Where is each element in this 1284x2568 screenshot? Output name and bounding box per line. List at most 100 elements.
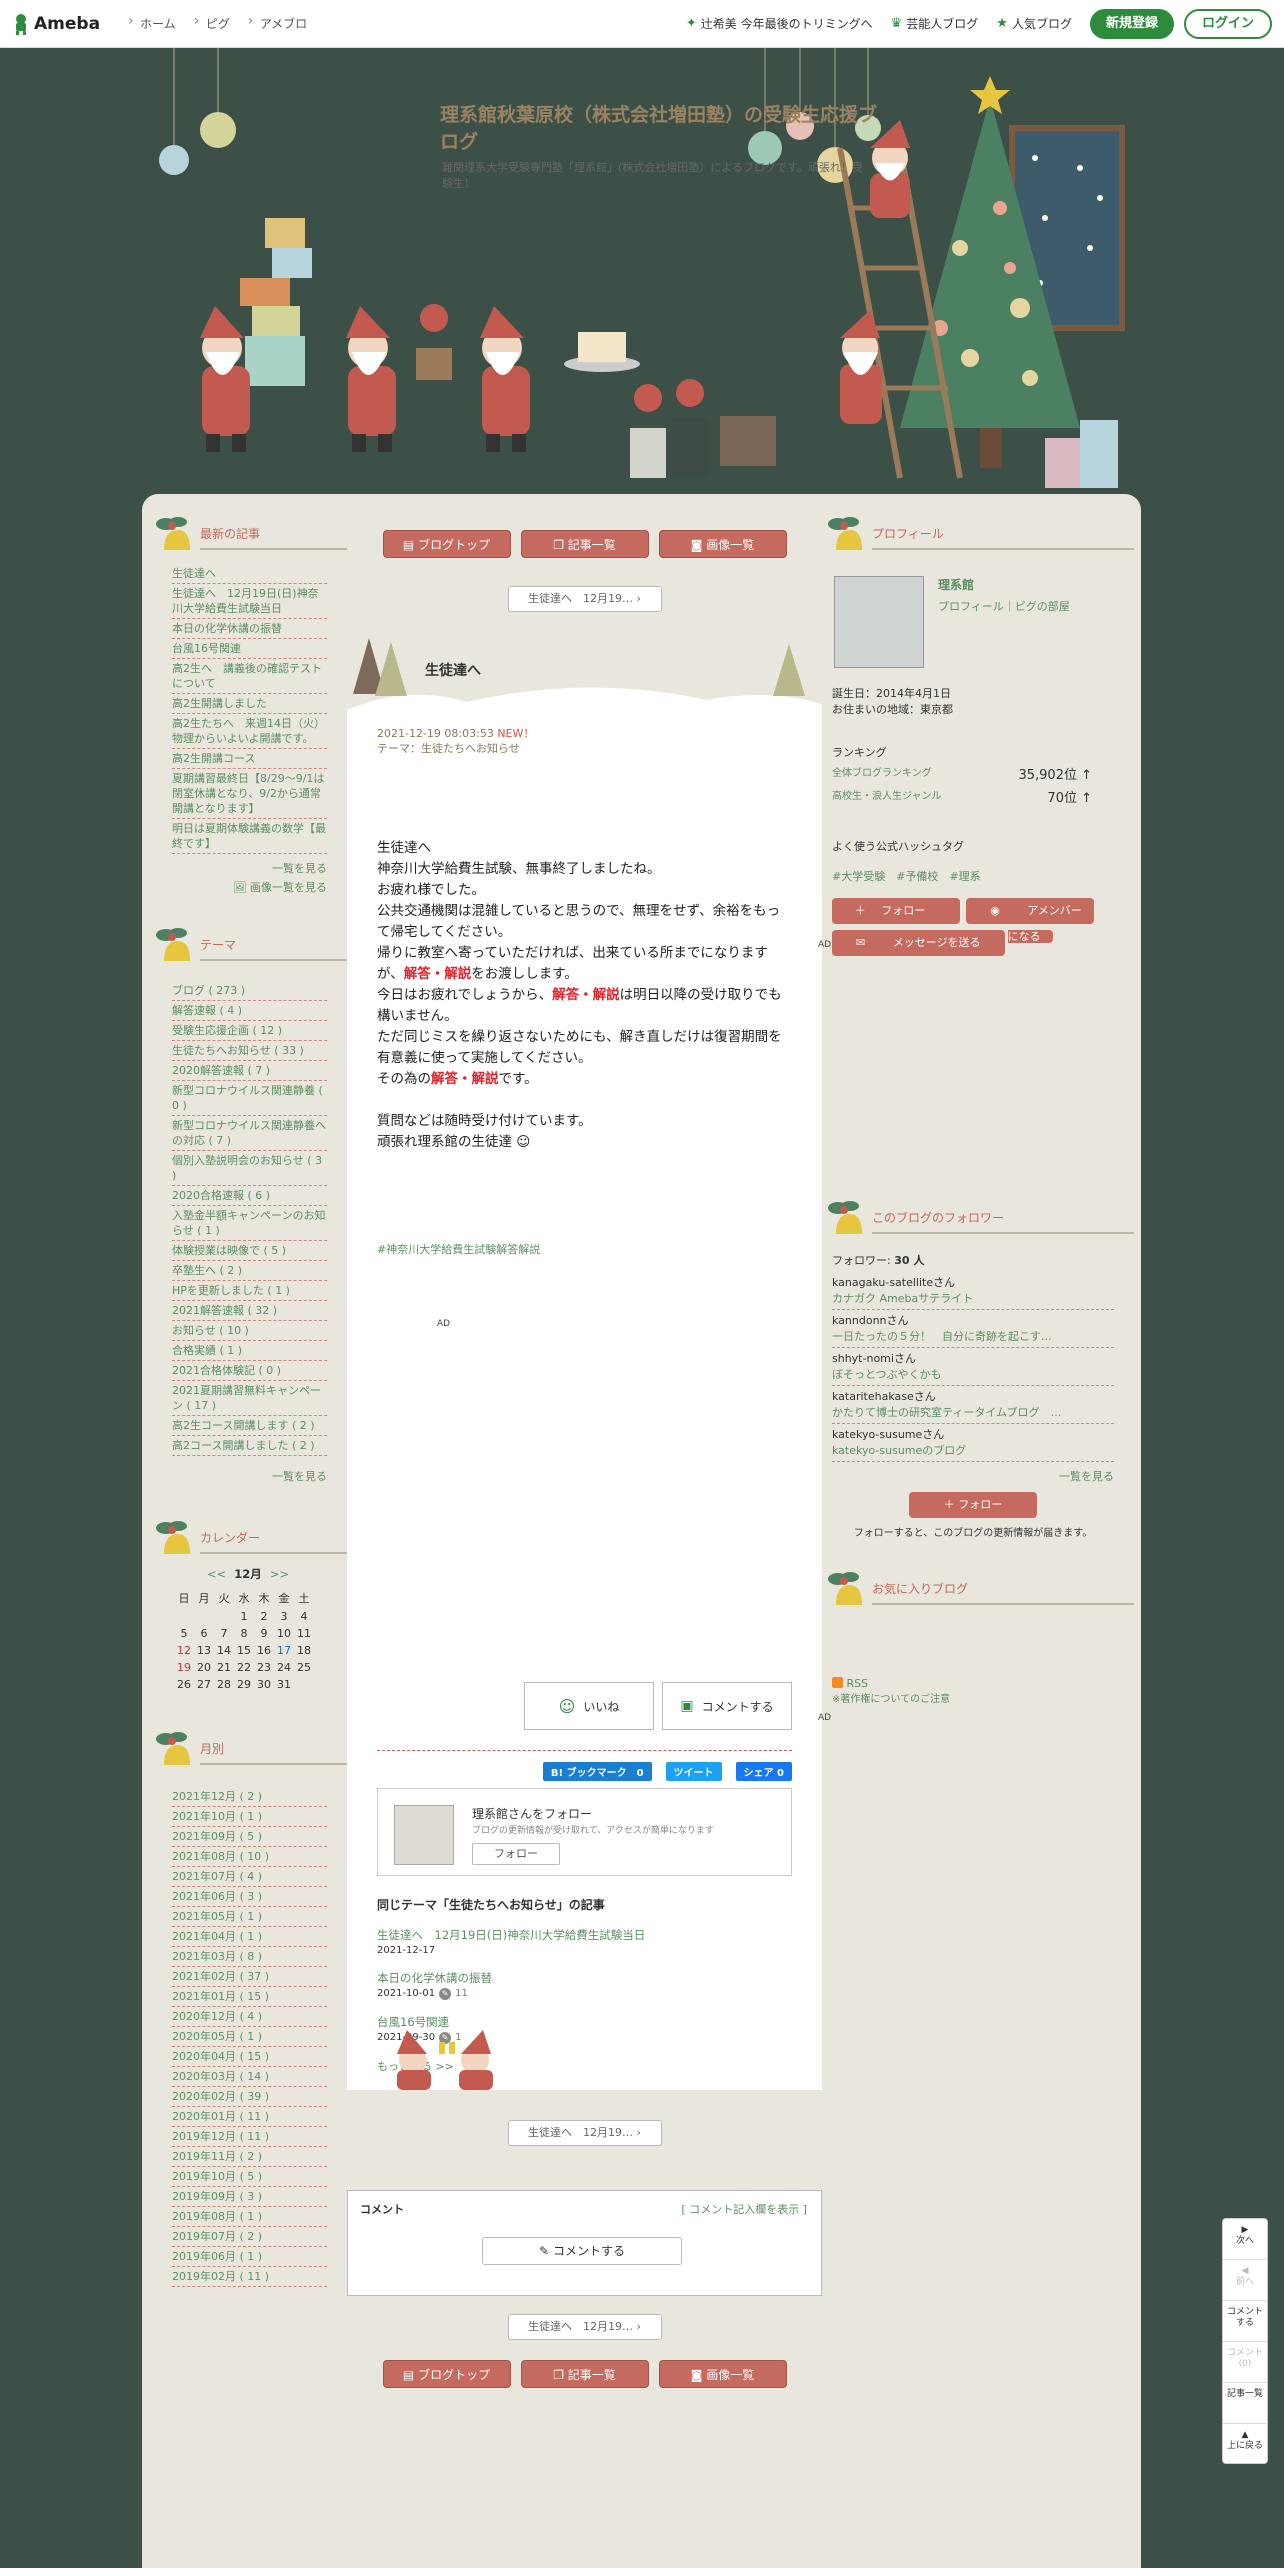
ranking-link[interactable]: 全体ブログランキング — [832, 764, 932, 783]
popular-blog-link[interactable]: ★ 人気ブログ — [996, 15, 1072, 32]
month-item[interactable]: 2020年12月 ( 4 ) — [172, 2007, 327, 2027]
recent-item[interactable]: 生徒達へ — [172, 564, 327, 584]
month-item[interactable]: 2020年01月 ( 11 ) — [172, 2107, 327, 2127]
month-item[interactable]: 2021年02月 ( 37 ) — [172, 1967, 327, 1987]
float-comment-button[interactable]: コメントする — [1223, 2301, 1267, 2342]
nav-ameblo[interactable]: アメブロ — [248, 13, 307, 32]
next-entry-pager[interactable]: 生徒達へ 12月19… › — [507, 586, 662, 612]
month-item[interactable]: 2021年10月 ( 1 ) — [172, 1807, 327, 1827]
profile-links[interactable]: プロフィール｜ピグの部屋 — [938, 598, 1070, 614]
comment-button[interactable]: ▣ コメントする — [662, 1682, 792, 1730]
theme-item[interactable]: お知らせ ( 10 ) — [172, 1321, 327, 1341]
calendar-next[interactable]: >> — [270, 1567, 289, 1581]
image-list-link[interactable]: 🖼 画像一覧を見る — [142, 879, 327, 895]
topic-link[interactable]: ✦ 辻希美 今年最後のトリミングへ — [686, 15, 873, 32]
theme-more-link[interactable]: 一覧を見る — [142, 1468, 327, 1484]
recent-item[interactable]: 台風16号関連 — [172, 639, 327, 659]
image-list-button[interactable]: ◙ 画像一覧 — [658, 2360, 787, 2388]
follow-button[interactable]: ＋ フォロー — [909, 1492, 1037, 1518]
month-item[interactable]: 2019年02月 ( 11 ) — [172, 2267, 327, 2287]
theme-item[interactable]: 入塾金半額キャンペーンのお知らせ ( 1 ) — [172, 1206, 327, 1241]
theme-item[interactable]: ブログ ( 273 ) — [172, 981, 327, 1001]
entry-list-button[interactable]: ❐ 記事一覧 — [520, 2360, 649, 2388]
theme-item[interactable]: 解答速報 ( 4 ) — [172, 1001, 327, 1021]
back-to-top-button[interactable]: ▲ 上に戻る — [1223, 2424, 1267, 2465]
month-item[interactable]: 2020年02月 ( 39 ) — [172, 2087, 327, 2107]
nav-pigg[interactable]: ピグ — [194, 13, 230, 32]
next-button[interactable]: ▶ 次へ — [1223, 2219, 1267, 2260]
month-item[interactable]: 2021年07月 ( 4 ) — [172, 1867, 327, 1887]
entry-list-button[interactable]: ❐ 記事一覧 — [520, 530, 649, 558]
blog-top-button[interactable]: ▤ ブログトップ — [382, 2360, 511, 2388]
recent-item[interactable]: 高2生へ 講義後の確認テストについて — [172, 659, 327, 694]
float-entry-list-button[interactable]: 記事一覧 — [1223, 2383, 1267, 2424]
theme-item[interactable]: 高2コース開講しました ( 2 ) — [172, 1436, 327, 1456]
theme-item[interactable]: 合格実績 ( 1 ) — [172, 1341, 327, 1361]
same-theme-link[interactable]: 本日の化学休講の振替 — [377, 1970, 792, 1986]
blog-title[interactable]: 理系館秋葉原校（株式会社増田塾）の受験生応援ブログ — [440, 102, 880, 156]
recent-item[interactable]: 高2生開講コース — [172, 749, 327, 769]
ameba-logo[interactable]: Ameba — [12, 13, 100, 35]
month-item[interactable]: 2019年09月 ( 3 ) — [172, 2187, 327, 2207]
show-comment-form-link[interactable]: [ コメント記入欄を表示 ] — [681, 2201, 807, 2217]
theme-item[interactable]: 2020合格速報 ( 6 ) — [172, 1186, 327, 1206]
follower-blog-link[interactable]: 一日たったの５分！ 自分に奇跡を起こす… — [832, 1328, 1114, 1344]
hashtag-links[interactable]: #大学受験 #予備校 #理系 — [832, 868, 981, 884]
message-button[interactable]: ✉ メッセージを送る — [832, 930, 1005, 956]
month-item[interactable]: 2019年06月 ( 1 ) — [172, 2247, 327, 2267]
follower-blog-link[interactable]: カナガク Amebaサテライト — [832, 1290, 1114, 1306]
month-item[interactable]: 2021年03月 ( 8 ) — [172, 1947, 327, 1967]
amember-button[interactable]: ◉ アメンバーになる — [966, 898, 1094, 943]
theme-item[interactable]: 個別入塾説明会のお知らせ ( 3 ) — [172, 1151, 327, 1186]
theme-item[interactable]: 高2生コース開講します ( 2 ) — [172, 1416, 327, 1436]
theme-item[interactable]: 2021解答速報 ( 32 ) — [172, 1301, 327, 1321]
register-button[interactable]: 新規登録 — [1089, 8, 1174, 39]
month-item[interactable]: 2020年03月 ( 14 ) — [172, 2067, 327, 2087]
month-item[interactable]: 2020年05月 ( 1 ) — [172, 2027, 327, 2047]
nav-home[interactable]: ホーム — [128, 13, 176, 32]
rss-link[interactable]: RSS — [832, 1677, 1134, 1690]
theme-item[interactable]: 新型コロナウイルス関連静養への対応 ( 7 ) — [172, 1116, 327, 1151]
follow-box-button[interactable]: フォロー — [472, 1843, 560, 1865]
month-item[interactable]: 2020年04月 ( 15 ) — [172, 2047, 327, 2067]
login-button[interactable]: ログイン — [1183, 8, 1272, 39]
month-item[interactable]: 2019年08月 ( 1 ) — [172, 2207, 327, 2227]
theme-item[interactable]: 2021夏期講習無料キャンペーン ( 17 ) — [172, 1381, 327, 1416]
entry-theme-link[interactable]: 生徒たちへお知らせ — [421, 742, 520, 755]
theme-item[interactable]: 2020解答速報 ( 7 ) — [172, 1061, 327, 1081]
month-item[interactable]: 2021年06月 ( 3 ) — [172, 1887, 327, 1907]
month-item[interactable]: 2019年10月 ( 5 ) — [172, 2167, 327, 2187]
celeb-blog-link[interactable]: ♛ 芸能人ブログ — [891, 15, 979, 32]
next-entry-pager[interactable]: 生徒達へ 12月19… › — [507, 2120, 662, 2146]
month-item[interactable]: 2021年04月 ( 1 ) — [172, 1927, 327, 1947]
theme-item[interactable]: HPを更新しました ( 1 ) — [172, 1281, 327, 1301]
next-entry-pager[interactable]: 生徒達へ 12月19… › — [507, 2314, 662, 2340]
recent-item[interactable]: 高2生たちへ 来週14日（火）物理からいよいよ開講です。 — [172, 714, 327, 749]
blog-top-button[interactable]: ▤ ブログトップ — [382, 530, 511, 558]
recent-item[interactable]: 明日は夏期体験講義の数学【最終です】 — [172, 819, 327, 854]
follower-blog-link[interactable]: かたりて博士の研究室ティータイムブログ … — [832, 1404, 1114, 1420]
month-item[interactable]: 2021年01月 ( 15 ) — [172, 1987, 327, 2007]
theme-item[interactable]: 新型コロナウイルス関連静養 ( 0 ) — [172, 1081, 327, 1116]
theme-item[interactable]: 生徒たちへお知らせ ( 33 ) — [172, 1041, 327, 1061]
comment-count-button[interactable]: コメント(0) — [1223, 2342, 1267, 2383]
copyright-note-link[interactable]: ※著作権についてのご注意 — [832, 1690, 1134, 1705]
recent-item[interactable]: 高2生開講しました — [172, 694, 327, 714]
entry-hashtag[interactable]: #神奈川大学給費生試験解答解説 — [377, 1241, 792, 1257]
theme-item[interactable]: 卒塾生へ ( 2 ) — [172, 1261, 327, 1281]
prev-button[interactable]: ◀ 前へ — [1223, 2260, 1267, 2301]
ranking-link[interactable]: 高校生・浪人生ジャンル — [832, 787, 942, 806]
recent-item[interactable]: 生徒達へ 12月19日(日)神奈川大学給費生試験当日 — [172, 584, 327, 619]
month-item[interactable]: 2021年12月 ( 2 ) — [172, 1787, 327, 1807]
month-item[interactable]: 2019年12月 ( 11 ) — [172, 2127, 327, 2147]
recent-item[interactable]: 夏期講習最終日【8/29～9/1は閉室休講となり、9/2から通常開講となります】 — [172, 769, 327, 819]
hatena-bookmark-button[interactable]: B! ブックマーク 0 — [542, 1762, 652, 1781]
recent-more-link[interactable]: 一覧を見る — [142, 860, 327, 876]
same-theme-link[interactable]: 生徒達へ 12月19日(日)神奈川大学給費生試験当日 — [377, 1927, 792, 1943]
write-comment-button[interactable]: ✎ コメントする — [482, 2237, 682, 2265]
month-item[interactable]: 2021年08月 ( 10 ) — [172, 1847, 327, 1867]
facebook-share-button[interactable]: シェア 0 — [735, 1762, 792, 1781]
month-item[interactable]: 2021年05月 ( 1 ) — [172, 1907, 327, 1927]
month-item[interactable]: 2019年11月 ( 2 ) — [172, 2147, 327, 2167]
entry-title[interactable]: 生徒達へ — [425, 660, 481, 680]
